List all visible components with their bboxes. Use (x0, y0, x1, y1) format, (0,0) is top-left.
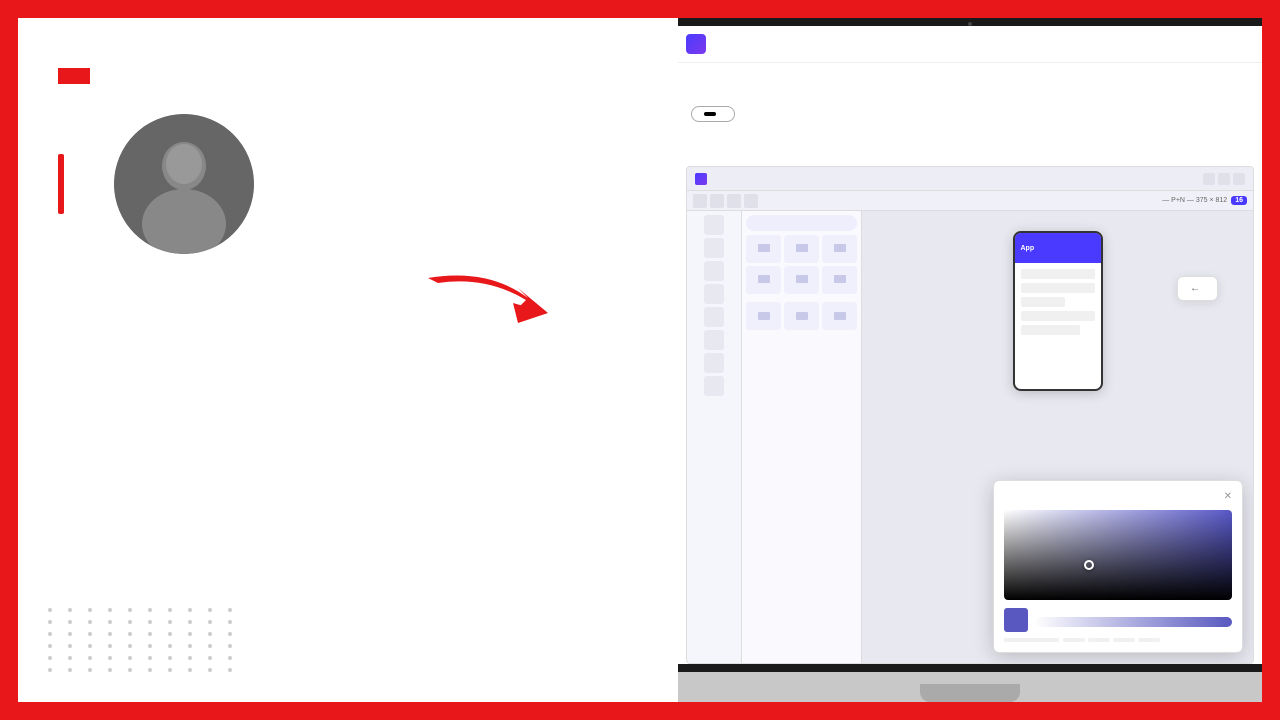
color-picker-handle[interactable] (1084, 560, 1094, 570)
sidebar-icon-5[interactable] (704, 307, 724, 327)
widget-icon-item[interactable] (784, 266, 819, 294)
dot-pattern-bottom-left: const bl = document.querySelector('.dots… (48, 608, 240, 672)
back-arrow-icon: ← (1190, 283, 1200, 294)
debugging-banner (58, 68, 90, 84)
sidebar-icon-6[interactable] (704, 330, 724, 350)
meeting-tooltip: ← (1177, 276, 1218, 301)
layout-item-1[interactable] (746, 302, 781, 330)
red-border-right (1262, 0, 1280, 720)
ff-phone-row-4 (1021, 311, 1095, 321)
color-alpha-slider[interactable] (1034, 617, 1232, 627)
color-b-value[interactable] (1113, 638, 1135, 642)
color-picker-close-button[interactable]: ✕ (1224, 491, 1232, 502)
layout-icon-1 (758, 312, 770, 320)
sidebar-icon-1[interactable] (704, 215, 724, 235)
right-panel: const tr = document.querySelector('.dots… (678, 18, 1262, 702)
color-r-value[interactable] (1063, 638, 1085, 642)
layout-icon-2 (796, 312, 808, 320)
nocode-mba (58, 154, 74, 214)
widget-text[interactable] (746, 266, 781, 294)
ff-canvas-phone: App (1013, 231, 1103, 391)
ff-logo-icon (686, 34, 706, 54)
ff-editor-body: ← App (687, 211, 1253, 663)
widget-icon-2 (796, 244, 808, 252)
ff-cta-button[interactable] (691, 106, 735, 122)
color-controls (1004, 608, 1232, 632)
widget-gallery[interactable] (784, 235, 819, 263)
ff-phone-header: App (1015, 233, 1101, 263)
ff-hero (678, 63, 1262, 137)
red-border-top (0, 0, 1280, 18)
avatar (114, 114, 254, 254)
widget-icon-3 (834, 244, 846, 252)
bottom-section (58, 114, 648, 254)
avatar-silhouette (114, 114, 254, 254)
widget-icon-4 (758, 275, 770, 283)
red-arrow (408, 258, 608, 363)
layout-icon-3 (834, 312, 846, 320)
toolbar-btn-1[interactable] (693, 194, 707, 208)
ff-editor: — P+N — 375 × 812 16 (686, 166, 1254, 664)
sidebar-icon-7[interactable] (704, 353, 724, 373)
color-value-boxes (1063, 638, 1160, 642)
widget-icon-1 (758, 244, 770, 252)
ff-panels-area (742, 211, 862, 663)
sidebar-icon-2[interactable] (704, 238, 724, 258)
ff-sidebar-icons (691, 215, 737, 396)
editor-btn-2[interactable] (1218, 173, 1230, 185)
ff-phone-row-3 (1021, 297, 1065, 307)
webcam-dot (968, 22, 972, 26)
layout-item-3[interactable] (822, 302, 857, 330)
color-hex-row (1004, 638, 1232, 642)
ff-phone-row-2 (1021, 283, 1095, 293)
color-picker-header: ✕ (1004, 491, 1232, 502)
ff-widget-grid (746, 235, 857, 294)
sidebar-icon-8[interactable] (704, 376, 724, 396)
toolbar-btn-2[interactable] (710, 194, 724, 208)
laptop-frame: — P+N — 375 × 812 16 (678, 18, 1262, 702)
ff-sidebar-left (687, 211, 742, 663)
toolbar-btn-4[interactable] (744, 194, 758, 208)
toolbar-btn-3[interactable] (727, 194, 741, 208)
laptop-screen: — P+N — 375 × 812 16 (678, 26, 1262, 664)
red-border-bottom (0, 702, 1280, 720)
color-picker-overlay: ✕ (993, 480, 1243, 653)
widget-icon-6 (834, 275, 846, 283)
laptop-top: — P+N — 375 × 812 16 (678, 18, 1262, 672)
ff-search-bar[interactable] (746, 215, 857, 231)
color-a-value[interactable] (1138, 638, 1160, 642)
sidebar-icon-3[interactable] (704, 261, 724, 281)
widget-image[interactable] (822, 266, 857, 294)
widget-icon-5 (796, 275, 808, 283)
widget-web[interactable] (822, 235, 857, 263)
color-hex-input[interactable] (1004, 638, 1059, 642)
editor-btn-3[interactable] (1233, 173, 1245, 185)
ff-layout-grid (746, 302, 857, 330)
red-border-left (0, 0, 18, 720)
color-spectrum[interactable] (1004, 510, 1232, 600)
editor-btn-1[interactable] (1203, 173, 1215, 185)
preview-btn[interactable]: 16 (1231, 196, 1247, 205)
ff-phone-row-5 (1021, 325, 1080, 335)
color-g-value[interactable] (1088, 638, 1110, 642)
ff-canvas: ← App (862, 211, 1253, 663)
ff-phone-content (1015, 263, 1101, 345)
widget-page-fill[interactable] (746, 235, 781, 263)
layout-item-2[interactable] (784, 302, 819, 330)
sidebar-icon-4[interactable] (704, 284, 724, 304)
ff-editor-topbar (687, 167, 1253, 191)
ff-logo (686, 34, 712, 54)
ff-editor-logo-icon (695, 173, 707, 185)
zoom-level: — P+N — 375 × 812 (1162, 197, 1227, 204)
ff-editor-toolbar: — P+N — 375 × 812 16 (687, 191, 1253, 211)
laptop-bottom (678, 672, 1262, 702)
color-preview-swatch (1004, 608, 1028, 632)
ff-phone-row-1 (1021, 269, 1095, 279)
ff-navbar (678, 26, 1262, 63)
red-bar-accent (58, 154, 64, 214)
laptop-notch (920, 684, 1020, 702)
content-area: const bl = document.querySelector('.dots… (18, 18, 1262, 702)
